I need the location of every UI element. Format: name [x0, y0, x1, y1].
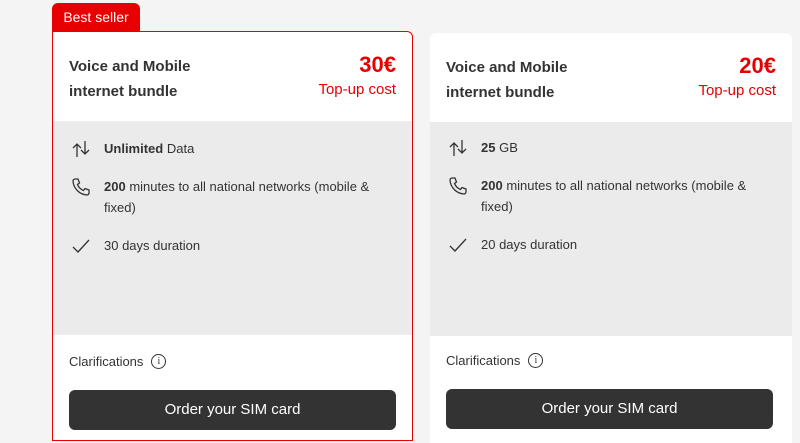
feature-data-value: 25: [481, 140, 496, 155]
check-icon: [447, 234, 469, 256]
plan-title-line1: Voice and Mobile: [446, 59, 568, 76]
feature-data: 25 GB: [447, 137, 753, 159]
feature-minutes-desc: minutes to all national networks (mobile…: [481, 178, 747, 214]
check-icon: [70, 235, 92, 257]
feature-minutes: 200 minutes to all national networks (mo…: [70, 176, 376, 218]
feature-minutes: 200 minutes to all national networks (mo…: [447, 175, 753, 217]
feature-data-value: Unlimited: [104, 141, 164, 156]
feature-minutes-text: 200 minutes to all national networks (mo…: [104, 176, 376, 218]
plan-title-line2: internet bundle: [446, 84, 555, 101]
plan-card-20: Voice and Mobile internet bundle 20€ Top…: [430, 33, 792, 443]
order-sim-button[interactable]: Order your SIM card: [69, 390, 396, 430]
data-transfer-icon: [70, 138, 92, 160]
plan-header: Voice and Mobile internet bundle 30€ Top…: [53, 32, 412, 121]
feature-data-unit: GB: [495, 140, 518, 155]
plan-title: Voice and Mobile internet bundle: [446, 55, 606, 105]
feature-duration-text: 30 days duration: [104, 238, 201, 253]
clarifications-link[interactable]: Clarifications i: [69, 354, 167, 369]
plan-header: Voice and Mobile internet bundle 20€ Top…: [430, 33, 792, 122]
feature-minutes-value: 200: [481, 178, 503, 193]
feature-duration-text: 20 days duration: [481, 237, 578, 252]
plan-price-label: Top-up cost: [698, 82, 776, 99]
feature-minutes-desc: minutes to all national networks (mobile…: [104, 179, 370, 215]
phone-icon: [70, 176, 92, 198]
feature-minutes-text: 200 minutes to all national networks (mo…: [481, 175, 753, 217]
feature-data-unit: Data: [163, 141, 195, 156]
plan-title-line2: internet bundle: [69, 83, 178, 100]
plan-features: Unlimited Data 200 minutes to all nation…: [53, 121, 412, 335]
feature-data-text: 25 GB: [481, 137, 753, 158]
feature-duration: 30 days duration: [70, 235, 376, 257]
feature-minutes-value: 200: [104, 179, 126, 194]
data-transfer-icon: [447, 137, 469, 159]
plan-title: Voice and Mobile internet bundle: [69, 54, 229, 104]
clarifications-label: Clarifications: [446, 353, 521, 368]
plan-title-line1: Voice and Mobile: [69, 58, 191, 75]
plan-features: 25 GB 200 minutes to all national networ…: [430, 122, 792, 336]
plan-price: 20€: [739, 53, 776, 78]
feature-duration: 20 days duration: [447, 234, 753, 256]
clarifications-label: Clarifications: [69, 354, 144, 369]
order-sim-button[interactable]: Order your SIM card: [446, 389, 773, 429]
clarifications-link[interactable]: Clarifications i: [446, 353, 544, 368]
plan-price: 30€: [359, 52, 396, 77]
feature-data: Unlimited Data: [70, 138, 376, 160]
phone-icon: [447, 175, 469, 197]
info-icon[interactable]: i: [151, 354, 167, 369]
plan-price-label: Top-up cost: [318, 81, 396, 98]
info-icon[interactable]: i: [528, 353, 544, 368]
best-seller-badge: Best seller: [52, 3, 140, 32]
feature-data-text: Unlimited Data: [104, 138, 376, 159]
plan-card-30: Voice and Mobile internet bundle 30€ Top…: [52, 31, 413, 441]
